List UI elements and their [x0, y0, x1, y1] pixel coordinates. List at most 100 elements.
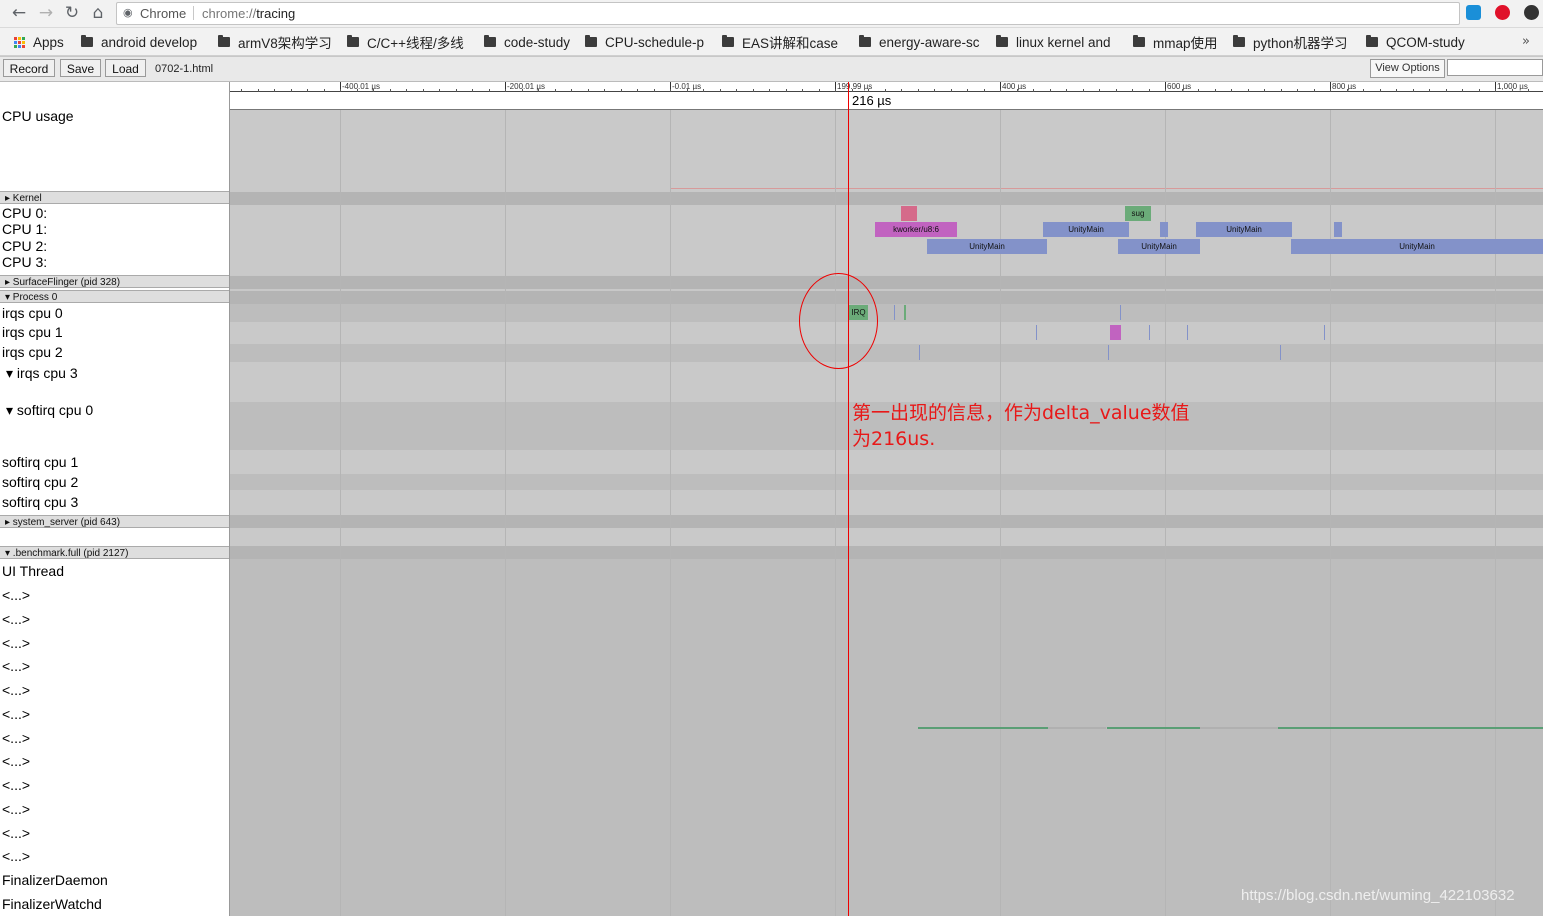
url-text[interactable]: chrome://tracing: [202, 6, 295, 21]
load-button[interactable]: Load: [105, 59, 146, 77]
forward-arrow-icon[interactable]: →: [35, 3, 57, 23]
irq-marker[interactable]: [904, 305, 906, 320]
ruler-minor-tick: [1165, 89, 1166, 92]
bookmark-folder[interactable]: code-study: [484, 33, 570, 51]
system-server-track: [230, 528, 1543, 546]
bookmark-folder[interactable]: QCOM-study: [1366, 33, 1465, 51]
irq-marker[interactable]: [1036, 325, 1037, 340]
extension-dark-icon[interactable]: [1524, 5, 1539, 20]
thread-running-line[interactable]: [918, 727, 1048, 729]
search-input[interactable]: [1447, 59, 1543, 76]
system-server-band: [230, 515, 1543, 528]
track-label-cpu0: CPU 0:: [2, 205, 48, 221]
bookmark-folder[interactable]: C/C++线程/多线: [347, 33, 464, 51]
ruler-minor-tick: [1231, 89, 1232, 92]
ruler-minor-tick: [538, 89, 539, 92]
ruler-minor-tick: [786, 89, 787, 92]
view-options-button[interactable]: View Options: [1370, 59, 1445, 78]
url-scheme: chrome://: [202, 6, 257, 21]
bookmark-folder[interactable]: linux kernel and: [996, 33, 1111, 51]
ruler-minor-tick: [1380, 89, 1381, 92]
ruler-minor-tick: [1479, 89, 1480, 92]
cpu1-slice-unitymain[interactable]: UnityMain: [1196, 222, 1292, 237]
bookmark-folder[interactable]: EAS讲解和case: [722, 33, 838, 51]
tracks-area[interactable]: sug kworker/u8:6 UnityMain UnityMain Uni…: [230, 110, 1543, 916]
home-icon[interactable]: ⌂: [87, 3, 109, 23]
ruler-minor-tick: [1413, 89, 1414, 92]
bookmarks-overflow-icon[interactable]: »: [1522, 34, 1530, 49]
thread-running-line[interactable]: [1107, 727, 1200, 729]
ruler-minor-tick: [885, 89, 886, 92]
cpu1-slice-kworker[interactable]: kworker/u8:6: [875, 222, 957, 237]
bookmark-folder[interactable]: python机器学习: [1233, 33, 1348, 51]
ruler-minor-tick: [571, 89, 572, 92]
irq-marker[interactable]: [1120, 305, 1121, 320]
extension-blue-icon[interactable]: [1466, 5, 1481, 20]
group-header-kernel[interactable]: ▸ Kernel: [0, 191, 229, 204]
ruler-tick-label: 400 µs: [1002, 82, 1027, 91]
folder-icon: [585, 35, 597, 47]
gridline: [1495, 110, 1496, 916]
track-label-softirq-cpu0[interactable]: ▾ softirq cpu 0: [6, 402, 93, 419]
bookmark-folder[interactable]: armV8架构学习: [218, 33, 332, 51]
folder-icon: [347, 35, 359, 47]
track-label-softirq-cpu2: softirq cpu 2: [2, 474, 79, 490]
cpu2-slice-unitymain[interactable]: UnityMain: [927, 239, 1047, 254]
cpu1-slice-unitymain[interactable]: UnityMain: [1043, 222, 1129, 237]
back-arrow-icon[interactable]: ←: [8, 3, 30, 23]
bookmark-apps[interactable]: Apps: [14, 33, 64, 51]
irq-marker[interactable]: [919, 345, 920, 360]
group-header-surfaceflinger[interactable]: ▸ SurfaceFlinger (pid 328): [0, 275, 229, 288]
bookmarks-bar: Apps android develop armV8架构学习 C/C++线程/多…: [0, 28, 1543, 56]
bookmark-label: code-study: [504, 34, 571, 50]
cpu2-slice-unitymain[interactable]: UnityMain: [1118, 239, 1200, 254]
bookmark-folder[interactable]: mmap使用: [1133, 33, 1218, 51]
opera-extension-icon[interactable]: [1495, 5, 1510, 20]
irq-marker[interactable]: [894, 305, 895, 320]
gridline: [1000, 110, 1001, 916]
cpu0-slice[interactable]: [901, 206, 917, 221]
ruler-minor-tick: [241, 89, 242, 92]
bookmark-folder[interactable]: android develop: [81, 33, 197, 51]
save-button[interactable]: Save: [60, 59, 101, 77]
address-bar[interactable]: ◉ Chrome chrome://tracing ☆: [116, 2, 1460, 25]
irq-marker[interactable]: [1324, 325, 1325, 340]
bookmark-folder[interactable]: energy-aware-sc: [859, 33, 980, 51]
track-label-softirq-cpu3: softirq cpu 3: [2, 494, 79, 510]
ruler-minor-tick: [1215, 89, 1216, 92]
cpu2-slice-unitymain[interactable]: UnityMain: [1291, 239, 1543, 254]
cpu1-slice[interactable]: [1160, 222, 1168, 237]
time-cursor-line[interactable]: [848, 82, 849, 916]
record-button[interactable]: Record: [3, 59, 55, 77]
ruler-minor-tick: [489, 89, 490, 92]
softirq-cpu1-track: [230, 450, 1543, 474]
folder-icon: [722, 35, 734, 47]
site-info-icon[interactable]: ◉: [123, 5, 135, 19]
track-label-thread: <...>: [2, 753, 31, 769]
reload-icon[interactable]: ↻: [61, 3, 83, 23]
irq-slice[interactable]: [1110, 325, 1121, 340]
ruler-minor-tick: [637, 89, 638, 92]
cpu1-slice[interactable]: [1334, 222, 1342, 237]
bookmark-label: Apps: [33, 34, 64, 50]
apps-grid-icon: [14, 36, 25, 48]
group-header-benchmark[interactable]: ▾ .benchmark.full (pid 2127): [0, 546, 229, 559]
irq-marker[interactable]: [1187, 325, 1188, 340]
track-label-ui-thread: UI Thread: [2, 563, 64, 579]
ruler-minor-tick: [456, 89, 457, 92]
irq-marker[interactable]: [1108, 345, 1109, 360]
track-label-irqs-cpu3[interactable]: ▾ irqs cpu 3: [6, 365, 78, 382]
folder-icon: [1366, 35, 1378, 47]
group-header-process0[interactable]: ▾ Process 0: [0, 290, 229, 303]
cpu0-slice-sug[interactable]: sug: [1125, 206, 1151, 221]
time-ruler[interactable]: -400.01 µs -200.01 µs -0.01 µs 199.99 µs…: [230, 82, 1543, 110]
group-header-system-server[interactable]: ▸ system_server (pid 643): [0, 515, 229, 528]
track-label-thread: <...>: [2, 682, 31, 698]
cpu-usage-track: [230, 110, 1543, 192]
ruler-minor-tick: [687, 89, 688, 92]
irq-marker[interactable]: [1149, 325, 1150, 340]
ruler-minor-tick: [967, 89, 968, 92]
irq-marker[interactable]: [1280, 345, 1281, 360]
thread-running-line[interactable]: [1278, 727, 1543, 729]
bookmark-folder[interactable]: CPU-schedule-p: [585, 33, 704, 51]
